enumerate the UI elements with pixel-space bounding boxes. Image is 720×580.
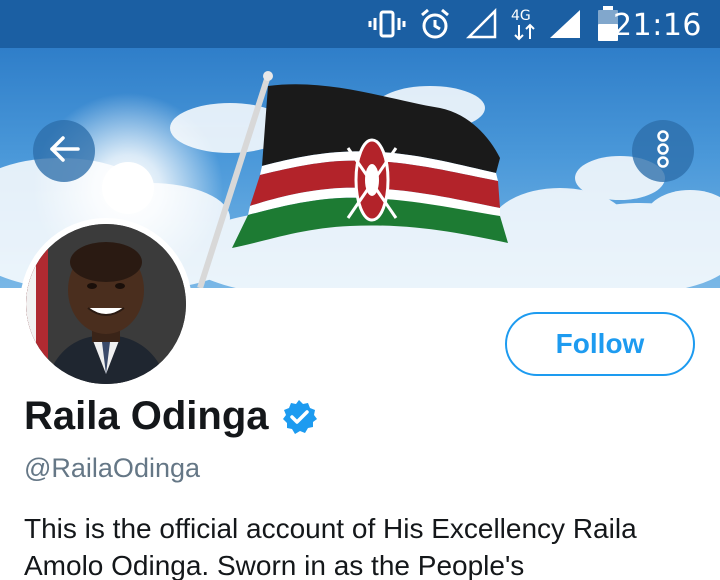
back-button[interactable] [33, 120, 95, 182]
data-arrows-icon: 4G [510, 6, 540, 47]
display-name-text: Raila Odinga [24, 394, 269, 438]
user-handle: @RailaOdinga [24, 453, 201, 483]
verified-badge-icon [281, 399, 317, 435]
display-name: Raila Odinga [24, 394, 317, 439]
avatar[interactable] [20, 218, 192, 390]
signal-full-icon [548, 8, 582, 45]
signal-outline-icon [465, 7, 498, 45]
more-vertical-icon [655, 129, 671, 174]
profile-bio: This is the official account of His Exce… [24, 513, 637, 580]
vibrate-icon [368, 8, 406, 45]
arrow-left-icon [48, 135, 80, 168]
status-bar: 4G 21:16 [0, 0, 720, 48]
more-options-button[interactable] [632, 120, 694, 182]
network-type-label: 4G [511, 8, 531, 24]
avatar-photo [26, 224, 186, 384]
status-time: 21:16 [613, 8, 702, 43]
follow-button[interactable]: Follow [505, 312, 695, 376]
alarm-icon [418, 8, 452, 45]
